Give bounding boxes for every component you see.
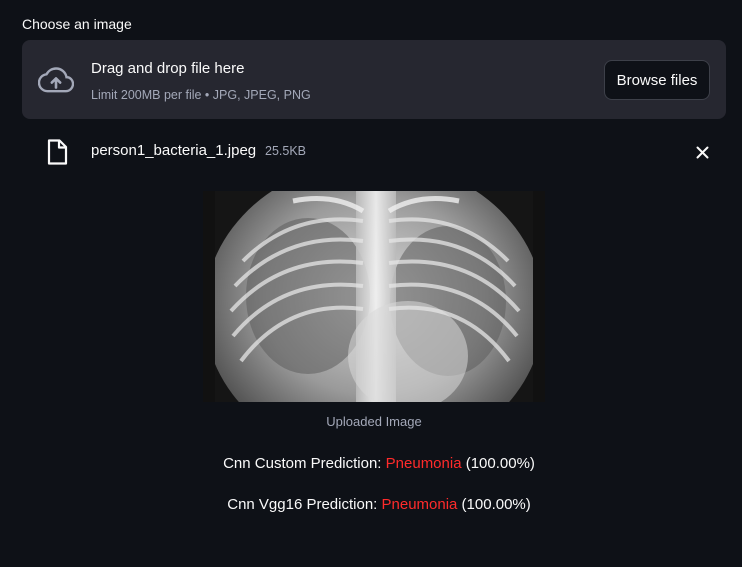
cloud-upload-icon (38, 67, 74, 93)
file-dropzone[interactable]: Drag and drop file here Limit 200MB per … (22, 40, 726, 119)
file-name: person1_bacteria_1.jpeg (91, 142, 257, 159)
file-size: 25.5KB (265, 144, 307, 158)
uploader-label: Choose an image (22, 16, 132, 32)
prediction-label: Pneumonia (381, 496, 458, 513)
uploaded-file-row: person1_bacteria_1.jpeg 25.5KB (22, 132, 726, 172)
remove-file-button[interactable] (690, 140, 714, 164)
uploaded-xray-image (203, 191, 545, 402)
prediction-prefix: Cnn Vgg16 Prediction: (227, 496, 382, 513)
prediction-label: Pneumonia (385, 455, 462, 472)
dropzone-title: Drag and drop file here (91, 60, 245, 77)
close-icon (696, 146, 708, 158)
browse-files-button[interactable]: Browse files (604, 60, 710, 100)
cnn-vgg16-prediction: Cnn Vgg16 Prediction: Pneumonia (100.00%… (0, 496, 742, 513)
dropzone-limits: Limit 200MB per file • JPG, JPEG, PNG (91, 88, 311, 102)
file-icon (47, 139, 68, 165)
app-root: Choose an image Drag and drop file here … (0, 0, 742, 567)
prediction-confidence: (100.00%) (457, 496, 531, 513)
cnn-custom-prediction: Cnn Custom Prediction: Pneumonia (100.00… (0, 455, 742, 472)
image-caption: Uploaded Image (326, 414, 422, 429)
prediction-prefix: Cnn Custom Prediction: (223, 455, 386, 472)
prediction-confidence: (100.00%) (461, 455, 535, 472)
